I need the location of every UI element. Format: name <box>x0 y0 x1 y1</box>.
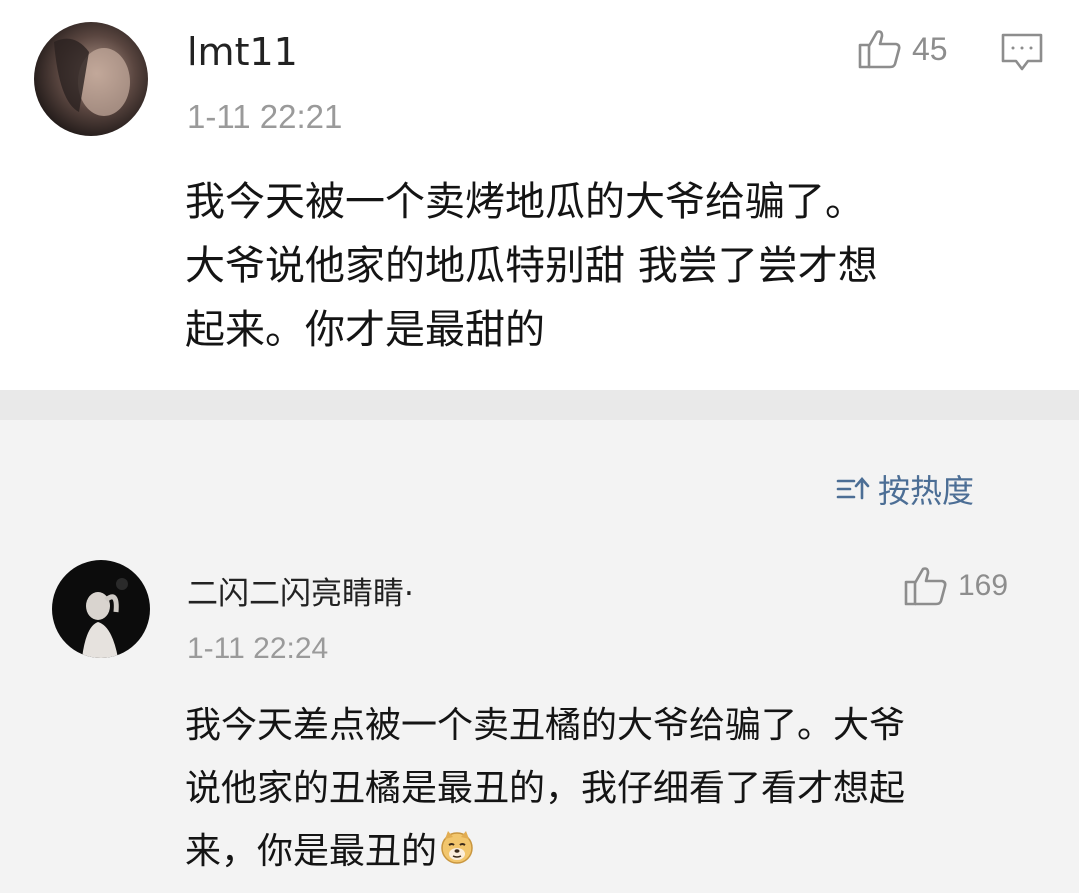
comment-timestamp: 1-11 22:21 <box>187 98 343 135</box>
comment-line: 起来。你才是最甜的 <box>185 307 545 353</box>
comment-line: 来，你是最丑的 <box>185 831 438 872</box>
comment-username[interactable]: lmt11 <box>187 30 298 74</box>
comment-line-with-emoji: 来，你是最丑的 <box>185 820 905 885</box>
comment-timestamp: 1-11 22:24 <box>187 632 329 665</box>
comment-username[interactable]: 二闪二闪亮睛睛· <box>187 568 414 613</box>
sort-icon <box>836 476 878 502</box>
doge-emoji <box>439 822 475 885</box>
like-button[interactable]: 45 <box>858 28 948 70</box>
like-count: 169 <box>958 569 1009 602</box>
reply-comment-icon[interactable] <box>1000 32 1044 72</box>
comment-line: 我今天被一个卖烤地瓜的大爷给骗了。 <box>185 179 865 225</box>
like-button[interactable]: 169 <box>904 565 1008 607</box>
thumbs-up-icon <box>858 28 902 70</box>
comment-line: 大爷说他家的地瓜特别甜 我尝了尝才想 <box>185 243 878 289</box>
comment-body: 我今天被一个卖烤地瓜的大爷给骗了。 大爷说他家的地瓜特别甜 我尝了尝才想 起来。… <box>185 170 878 362</box>
sort-by-popularity-button[interactable]: 按热度 <box>836 466 974 512</box>
comment-line: 我今天差点被一个卖丑橘的大爷给骗了。大爷 <box>185 705 906 746</box>
avatar[interactable] <box>52 560 150 658</box>
thumbs-up-icon <box>904 565 948 607</box>
like-count: 45 <box>912 30 948 67</box>
sort-label: 按热度 <box>878 472 975 510</box>
comment-body: 我今天差点被一个卖丑橘的大爷给骗了。大爷 说他家的丑橘是最丑的，我仔细看了看才想… <box>185 694 905 885</box>
section-divider <box>0 390 1079 420</box>
comment-line: 说他家的丑橘是最丑的，我仔细看了看才想起 <box>185 768 906 809</box>
avatar[interactable] <box>34 22 148 136</box>
